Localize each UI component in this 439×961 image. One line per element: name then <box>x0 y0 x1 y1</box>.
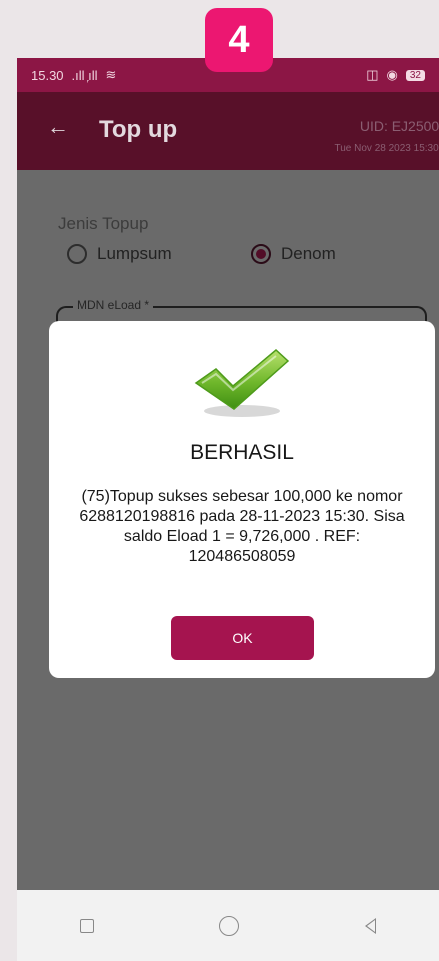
radio-denom-label: Denom <box>281 244 336 263</box>
dialog-message: (75)Topup sukses sebesar 100,000 ke nomo… <box>79 488 405 565</box>
status-time: 15.30 <box>31 67 64 83</box>
radio-denom[interactable]: Denom <box>251 244 336 264</box>
topup-type-label: Jenis Topup <box>58 214 149 233</box>
vibrate-icon: ◫ <box>366 67 379 82</box>
wifi-icon: ≋ <box>105 67 117 82</box>
signal-icon: .ıll ᷊ıll <box>71 67 98 83</box>
recent-apps-icon[interactable] <box>79 918 94 933</box>
radio-button-selected[interactable] <box>251 244 271 264</box>
dialog-title: BERHASIL <box>190 441 294 464</box>
app-bar: ← Top up UID: EJ25001 Tue Nov 28 2023 15… <box>17 92 439 170</box>
back-icon[interactable] <box>365 917 377 934</box>
battery-icon: 32 <box>405 69 425 81</box>
success-dialog: BERHASIL (75)Topup sukses sebesar 100,00… <box>49 321 435 678</box>
user-id: UID: EJ25001 <box>359 118 439 134</box>
android-navigation-bar <box>17 890 439 961</box>
radio-lumpsum-label: Lumpsum <box>97 244 172 263</box>
radio-lumpsum[interactable]: Lumpsum <box>67 244 172 264</box>
page-title: Top up <box>99 116 178 143</box>
date-time: Tue Nov 28 2023 15:30:3 <box>334 143 439 154</box>
ok-button[interactable]: OK <box>171 616 314 660</box>
step-badge: 4 <box>205 8 273 72</box>
success-check-icon <box>194 349 290 417</box>
home-icon[interactable] <box>219 915 240 936</box>
mdn-input-label: MDN eLoad * <box>73 298 154 312</box>
radio-button-unselected[interactable] <box>67 244 87 264</box>
back-arrow-icon[interactable]: ← <box>47 114 69 140</box>
alarm-icon: ◉ <box>386 67 398 82</box>
